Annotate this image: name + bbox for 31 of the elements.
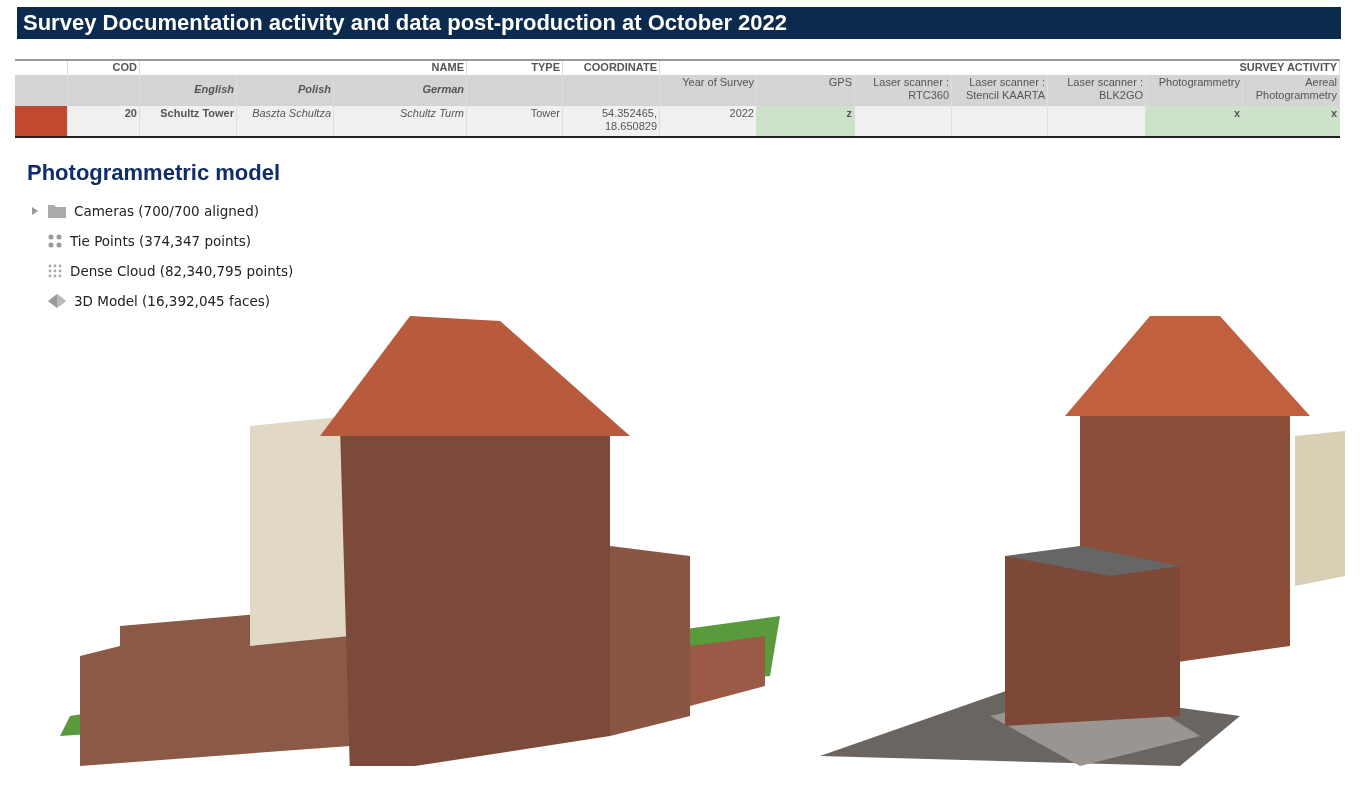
folder-icon — [48, 204, 66, 218]
table-cell: x — [1243, 106, 1340, 136]
column-header: Polish — [237, 75, 334, 106]
column-header: Year of Survey — [660, 75, 757, 106]
table-cell: Baszta Schultza — [237, 106, 334, 136]
table-cell: Schultz Tower — [140, 106, 237, 136]
table-cell: 54.352465, 18.650829 — [563, 106, 660, 136]
tree-item[interactable]: Cameras (700/700 aligned) — [74, 203, 259, 219]
table-cell: Schultz Turm — [334, 106, 467, 136]
page-title: Survey Documentation activity and data post-production at October 2022 — [17, 7, 1341, 39]
dot-grid-icon — [48, 264, 62, 278]
column-header: Laser scanner : BLK2GO — [1048, 75, 1146, 106]
diamond-icon — [48, 294, 66, 308]
table-cell: 20 — [68, 106, 140, 136]
table-cell: Tower — [467, 106, 563, 136]
dots-icon — [48, 234, 62, 248]
column-header: GPS — [757, 75, 855, 106]
tree-item[interactable]: Dense Cloud (82,340,795 points) — [70, 263, 294, 279]
tree-item[interactable]: 3D Model (16,392,045 faces) — [74, 293, 270, 309]
column-header: Aereal Photogrammetry — [1243, 75, 1340, 106]
column-header: German — [334, 75, 467, 106]
column-header: Photogrammetry — [1146, 75, 1243, 106]
column-header: Laser scanner : Stencil KAARTA — [952, 75, 1048, 106]
caret-right-icon[interactable] — [32, 207, 38, 215]
tree-item[interactable]: Tie Points (374,347 points) — [70, 233, 252, 249]
table-cell: 2022 — [660, 106, 757, 136]
column-header: Laser scanner : RTC360 — [855, 75, 952, 106]
section-heading: Photogrammetric model — [27, 160, 282, 186]
column-header: English — [140, 75, 237, 106]
table-cell: z — [757, 106, 855, 136]
table-cell: x — [1146, 106, 1243, 136]
